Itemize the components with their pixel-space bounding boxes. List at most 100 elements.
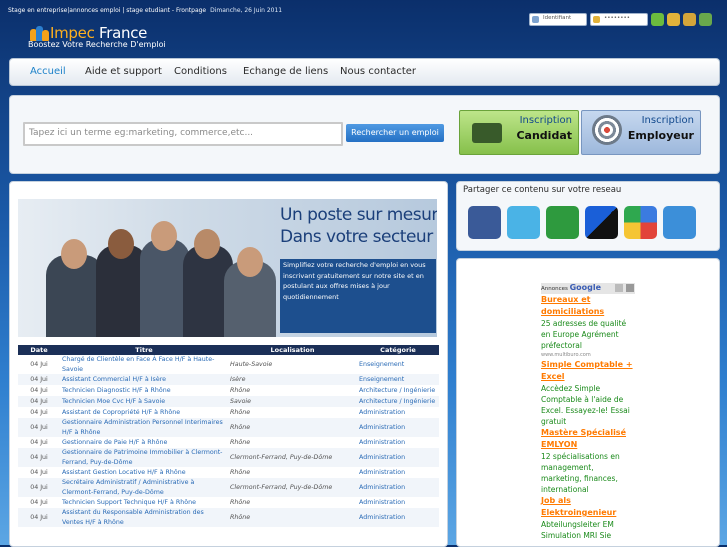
job-location: Haute-Savoie — [230, 361, 273, 368]
keys-icon[interactable] — [667, 13, 680, 26]
job-location: Isère — [230, 376, 246, 383]
job-title-link[interactable]: Assistant de Copropriété H/F à Rhône — [60, 407, 228, 418]
user-help-icon[interactable] — [683, 13, 696, 26]
ads-label: Annonces — [541, 286, 568, 292]
share-panel: Partager ce contenu sur votre reseau — [456, 181, 720, 251]
table-row[interactable]: 04 Jui Gestionnaire de Paie H/F à Rhône Rh… — [18, 437, 439, 448]
nav-contact[interactable]: Nous contacter — [340, 66, 416, 77]
job-title-link[interactable]: Technicien Support Technique H/F à Rhône — [60, 497, 228, 508]
banner-body: Simplifiez votre recherche d'emploi en v… — [280, 259, 436, 333]
job-category[interactable]: Enseignement — [357, 355, 439, 374]
register-icon[interactable] — [699, 13, 712, 26]
emp-label-1: Inscription — [641, 115, 694, 126]
table-row[interactable]: 04 Jui Assistant de Copropriété H/F à Rhô… — [18, 407, 439, 418]
job-title-link[interactable]: Assistant Gestion Locative H/F à Rhône — [60, 467, 228, 478]
username-input[interactable]: Identifiant — [529, 13, 587, 26]
page-breadcrumb: Stage en entreprise|annonces emploi | st… — [8, 7, 282, 14]
twitter-icon[interactable] — [507, 206, 540, 239]
job-category[interactable]: Administration — [357, 467, 439, 478]
main-content: Un poste sur mesure Dans votre secteur S… — [9, 181, 448, 547]
inscription-employeur-button[interactable]: Inscription Employeur — [581, 110, 701, 155]
job-date: 04 Jui — [30, 387, 48, 394]
ad-url[interactable]: www.multiburo.com — [541, 351, 635, 359]
emp-label-2: Employeur — [627, 129, 694, 142]
job-category[interactable]: Administration — [357, 508, 439, 527]
job-location: Rhône — [230, 424, 251, 431]
job-location: Rhône — [230, 409, 251, 416]
table-row[interactable]: 04 Jui Technicien Support Technique H/F à… — [18, 497, 439, 508]
search-placeholder: Tapez ici un terme eg:marketing, commerc… — [29, 128, 254, 138]
job-date: 04 Jui — [30, 424, 48, 431]
job-category[interactable]: Administration — [357, 437, 439, 448]
job-title-link[interactable]: Technicien Moe Cvc H/F à Savoie — [60, 396, 228, 407]
job-category[interactable]: Administration — [357, 448, 439, 467]
date-text: Dimanche, 26 Juin 2011 — [210, 7, 283, 14]
search-input[interactable]: Tapez ici un terme eg:marketing, commerc… — [23, 122, 343, 146]
nav-accueil[interactable]: Accueil — [30, 66, 66, 77]
ad-prev-icon[interactable] — [615, 284, 623, 292]
google-ads: Annonces Google Bureaux et domiciliation… — [541, 283, 635, 541]
banner-headline-1: Un poste sur mesure — [280, 205, 437, 225]
table-row[interactable]: 04 Jui Gestionnaire Administration Person… — [18, 418, 439, 437]
login-button[interactable] — [651, 13, 664, 26]
job-title-link[interactable]: Assistant Commercial H/F à Isère — [60, 374, 228, 385]
job-date: 04 Jui — [30, 376, 48, 383]
job-date: 04 Jui — [30, 484, 48, 491]
table-row[interactable]: 04 Jui Technicien Moe Cvc H/F à Savoie Sav… — [18, 396, 439, 407]
job-category[interactable]: Architecture / Ingénierie — [357, 396, 439, 407]
nav-aide-support[interactable]: Aide et support — [85, 66, 162, 77]
ad-close-icon[interactable] — [626, 284, 634, 292]
job-category[interactable]: Administration — [357, 418, 439, 437]
job-location: Rhône — [230, 387, 251, 394]
username-placeholder: Identifiant — [543, 15, 572, 21]
google-buzz-icon[interactable] — [624, 206, 657, 239]
col-date: Date — [18, 345, 60, 355]
user-icon — [532, 16, 539, 23]
job-title-link[interactable]: Secrétaire Administratif / Administrativ… — [60, 478, 228, 497]
ad-title-link[interactable]: Bureaux et domiciliations — [541, 294, 635, 318]
table-row[interactable]: 04 Jui Chargé de Clientèle en Face À Face… — [18, 355, 439, 374]
ad-title-link[interactable]: Simple Comptable + Excel — [541, 359, 635, 383]
google-label: Google — [569, 283, 602, 292]
job-title-link[interactable]: Gestionnaire Administration Personnel In… — [60, 418, 228, 437]
table-row[interactable]: 04 Jui Secrétaire Administratif / Adminis… — [18, 478, 439, 497]
delicious-icon[interactable] — [585, 206, 618, 239]
col-localisation: Localisation — [228, 345, 357, 355]
job-category[interactable]: Enseignement — [357, 374, 439, 385]
job-title-link[interactable]: Technicien Diagnostic H/F à Rhône — [60, 385, 228, 396]
promo-banner[interactable]: Un poste sur mesure Dans votre secteur S… — [18, 199, 437, 337]
job-title-link[interactable]: Gestionnaire de Patrimoine Immobilier à … — [60, 448, 228, 467]
job-date: 04 Jui — [30, 454, 48, 461]
table-row[interactable]: 04 Jui Assistant du Responsable Administr… — [18, 508, 439, 527]
stumbleupon-icon[interactable] — [546, 206, 579, 239]
ad-description: 25 adresses de qualité en Europe Agrémen… — [541, 319, 627, 350]
job-category[interactable]: Administration — [357, 478, 439, 497]
email-icon[interactable] — [663, 206, 696, 239]
inscription-candidat-button[interactable]: Inscription Candidat — [459, 110, 579, 155]
nav-echange-liens[interactable]: Echange de liens — [243, 66, 328, 77]
job-location: Rhône — [230, 469, 251, 476]
job-title-link[interactable]: Assistant du Responsable Administration … — [60, 508, 228, 527]
password-placeholder: •••••••• — [604, 15, 630, 21]
password-input[interactable]: •••••••• — [590, 13, 648, 26]
job-location: Clermont-Ferrand, Puy-de-Dôme — [230, 454, 333, 461]
job-category[interactable]: Architecture / Ingénierie — [357, 385, 439, 396]
search-button[interactable]: Rechercher un emploi — [346, 124, 444, 142]
ad-title-link[interactable]: Job als Elektroingenieur — [541, 495, 635, 519]
job-category[interactable]: Administration — [357, 407, 439, 418]
job-title-link[interactable]: Gestionnaire de Paie H/F à Rhône — [60, 437, 228, 448]
job-date: 04 Jui — [30, 439, 48, 446]
ad-description: Accèdez Simple Comptable à l'aide de Exc… — [541, 384, 630, 426]
table-row[interactable]: 04 Jui Technicien Diagnostic H/F à Rhône R… — [18, 385, 439, 396]
job-date: 04 Jui — [30, 499, 48, 506]
table-row[interactable]: 04 Jui Assistant Commercial H/F à Isère Is… — [18, 374, 439, 385]
logo-slogan: Boostez Votre Recherche D'emploi — [28, 40, 166, 49]
table-row[interactable]: 04 Jui Gestionnaire de Patrimoine Immobil… — [18, 448, 439, 467]
ad-title-link[interactable]: Mastère Spécialisé EMLYON — [541, 427, 635, 451]
job-date: 04 Jui — [30, 514, 48, 521]
job-category[interactable]: Administration — [357, 497, 439, 508]
table-row[interactable]: 04 Jui Assistant Gestion Locative H/F à R… — [18, 467, 439, 478]
facebook-icon[interactable] — [468, 206, 501, 239]
job-title-link[interactable]: Chargé de Clientèle en Face À Face H/F à… — [60, 355, 228, 374]
nav-conditions[interactable]: Conditions — [174, 66, 227, 77]
